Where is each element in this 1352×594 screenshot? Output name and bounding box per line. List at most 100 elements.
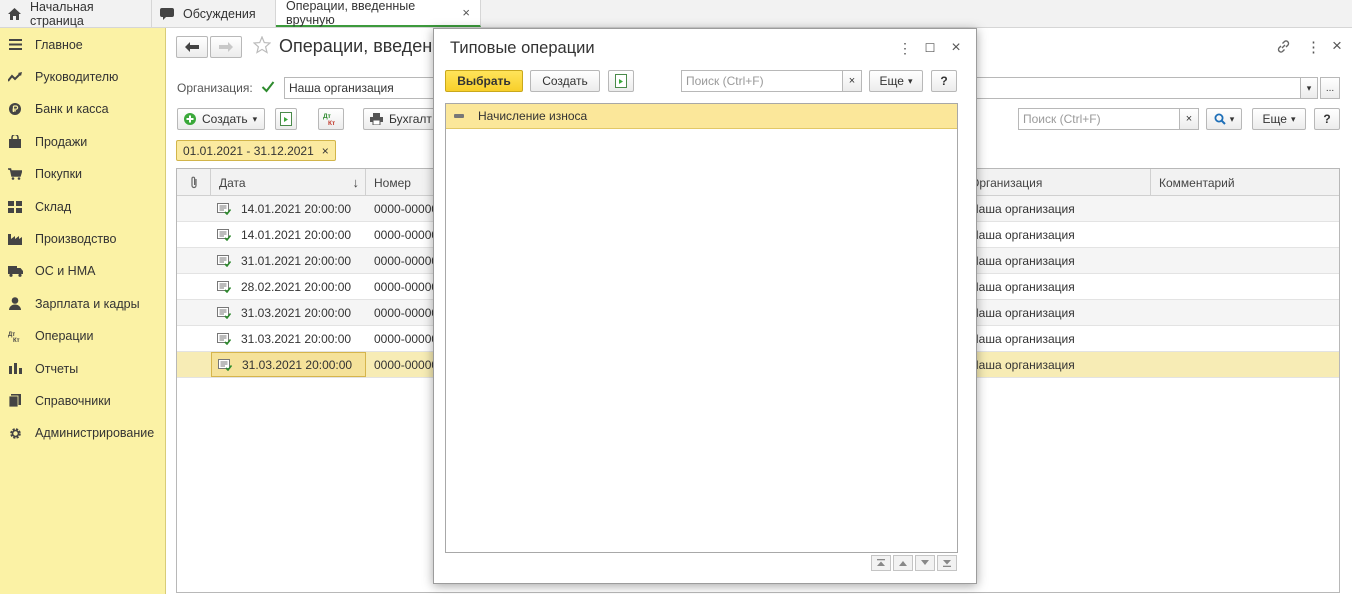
- top-tabs-bar: Начальная страница Обсуждения Операции, …: [0, 0, 1352, 28]
- date-cell: 31.03.2021 20:00:00: [211, 352, 366, 377]
- org-cell: Наша организация: [970, 227, 1075, 242]
- posted-doc-icon: [217, 306, 231, 319]
- svg-text:Кт: Кт: [13, 338, 20, 342]
- operations-list: Начисление износа: [445, 103, 958, 553]
- search-input[interactable]: Поиск (Ctrl+F): [1018, 108, 1180, 130]
- link-icon[interactable]: [1276, 39, 1291, 57]
- plus-icon: [184, 113, 196, 125]
- favorite-star-icon[interactable]: [252, 35, 272, 57]
- arrow-right-icon: [219, 42, 233, 52]
- scroll-down-button[interactable]: [915, 555, 935, 571]
- date-cell: 31.03.2021 20:00:00: [211, 300, 366, 325]
- bag-icon: [7, 135, 23, 149]
- more-actions-icon[interactable]: ⋮: [1306, 38, 1321, 56]
- sidebar-item-manager[interactable]: Руководителю: [0, 61, 165, 93]
- close-icon[interactable]: ×: [1332, 36, 1342, 56]
- cart-icon: [7, 167, 23, 181]
- dt-kt-button[interactable]: Дт Кт: [318, 108, 344, 130]
- sidebar-item-operations[interactable]: Дт Кт Операции: [0, 320, 165, 352]
- org-checkbox[interactable]: [261, 80, 275, 94]
- period-filter-badge[interactable]: 01.01.2021 - 31.12.2021 ×: [176, 140, 336, 161]
- dt-kt-icon: ДтКт: [323, 113, 335, 126]
- date-cell: 28.02.2021 20:00:00: [211, 274, 366, 299]
- search-button[interactable]: ▾: [1206, 108, 1242, 130]
- org-cell: Наша организация: [970, 279, 1075, 294]
- attachment-column-header[interactable]: [177, 169, 211, 196]
- search-clear-button[interactable]: ×: [1179, 108, 1199, 130]
- help-button[interactable]: ?: [931, 70, 957, 92]
- bar-chart-icon: [7, 362, 23, 376]
- truck-icon: [7, 264, 23, 278]
- sidebar-item-main[interactable]: Главное: [0, 29, 165, 61]
- org-choose-button[interactable]: ...: [1320, 77, 1340, 99]
- chevron-down-icon: ▾: [1290, 113, 1296, 124]
- posted-doc-icon: [218, 358, 232, 371]
- tab-discussions[interactable]: Обсуждения: [152, 0, 276, 28]
- comment-cell: [1151, 352, 1339, 377]
- comment-column-header[interactable]: Комментарий: [1151, 169, 1339, 196]
- trend-icon: [7, 70, 23, 84]
- copy-doc-button[interactable]: [608, 70, 634, 92]
- more-actions-icon[interactable]: ⋮: [898, 40, 912, 56]
- close-icon[interactable]: ×: [462, 5, 470, 20]
- sidebar-item-admin[interactable]: Администрирование: [0, 417, 165, 449]
- tab-manual-operations[interactable]: Операции, введенные вручную ×: [276, 0, 481, 27]
- create-button[interactable]: Создать: [530, 70, 600, 92]
- list-item[interactable]: Начисление износа: [446, 104, 957, 129]
- maximize-icon[interactable]: ☐: [923, 41, 937, 55]
- date-cell: 14.01.2021 20:00:00: [211, 196, 366, 221]
- accounting-report-button[interactable]: Бухгалт: [363, 108, 443, 130]
- date-cell: 31.01.2021 20:00:00: [211, 248, 366, 273]
- org-column-header[interactable]: Организация: [966, 169, 1151, 196]
- org-cell: Наша организация: [970, 305, 1075, 320]
- close-icon[interactable]: ×: [949, 39, 963, 56]
- sidebar-item-warehouse[interactable]: Склад: [0, 190, 165, 222]
- page-title: Операции, введенн: [279, 36, 443, 56]
- gear-icon: [7, 426, 23, 440]
- arrow-left-icon: [185, 42, 199, 52]
- comment-cell: [1151, 300, 1339, 325]
- sidebar-item-reports[interactable]: Отчеты: [0, 352, 165, 384]
- copy-doc-icon: [280, 112, 292, 126]
- scroll-last-button[interactable]: [937, 555, 957, 571]
- org-dropdown-button[interactable]: ▾: [1300, 77, 1318, 99]
- scroll-up-button[interactable]: [893, 555, 913, 571]
- sidebar-item-fixed-assets[interactable]: ОС и НМА: [0, 255, 165, 287]
- more-button[interactable]: Еще ▾: [869, 70, 923, 92]
- org-cell: Наша организация: [970, 253, 1075, 268]
- more-button[interactable]: Еще ▾: [1252, 108, 1306, 130]
- search-input[interactable]: Поиск (Ctrl+F): [681, 70, 843, 92]
- sidebar-item-bank[interactable]: Банк и касса: [0, 93, 165, 125]
- posted-doc-icon: [217, 228, 231, 241]
- tab-label: Начальная страница: [30, 0, 94, 28]
- first-page-icon: [877, 559, 885, 566]
- search-clear-button[interactable]: ×: [842, 70, 862, 92]
- scroll-first-button[interactable]: [871, 555, 891, 571]
- factory-icon: [7, 232, 23, 246]
- back-button[interactable]: [176, 36, 208, 58]
- tab-home[interactable]: Начальная страница: [0, 0, 152, 28]
- org-label: Организация:: [177, 81, 253, 95]
- sidebar-item-purchases[interactable]: Покупки: [0, 158, 165, 190]
- date-column-header[interactable]: Дата ↓: [211, 169, 366, 196]
- close-icon[interactable]: ×: [322, 144, 329, 158]
- sidebar-item-production[interactable]: Производство: [0, 223, 165, 255]
- typical-operations-dialog: Типовые операции ⋮ ☐ × Выбрать Создать П…: [433, 28, 977, 584]
- help-button[interactable]: ?: [1314, 108, 1340, 130]
- chat-icon: [160, 7, 174, 21]
- svg-text:Дт: Дт: [323, 113, 331, 120]
- copy-doc-button[interactable]: [275, 108, 297, 130]
- menu-icon: [7, 38, 23, 52]
- forward-button[interactable]: [210, 36, 242, 58]
- paperclip-icon: [190, 176, 197, 189]
- dialog-title: Типовые операции: [450, 39, 595, 57]
- sidebar-item-sales[interactable]: Продажи: [0, 126, 165, 158]
- sidebar-item-salary[interactable]: Зарплата и кадры: [0, 288, 165, 320]
- org-cell: Наша организация: [970, 357, 1075, 372]
- date-cell: 14.01.2021 20:00:00: [211, 222, 366, 247]
- create-button[interactable]: Создать ▾: [177, 108, 265, 130]
- comment-cell: [1151, 248, 1339, 273]
- sidebar-item-references[interactable]: Справочники: [0, 385, 165, 417]
- warehouse-icon: [7, 200, 23, 214]
- select-button[interactable]: Выбрать: [445, 70, 523, 92]
